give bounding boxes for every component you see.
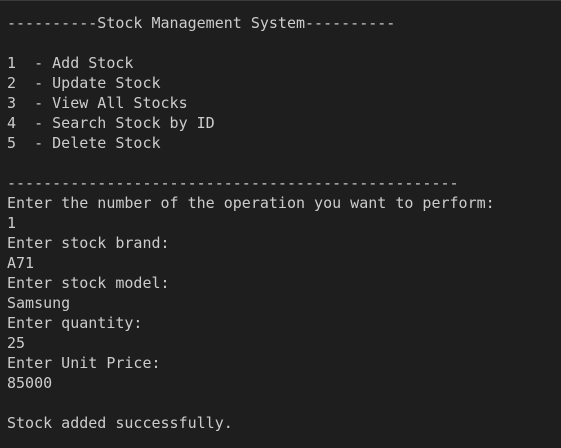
separator-line: ----------------------------------------… <box>7 174 459 192</box>
input-quantity: 25 <box>7 334 26 352</box>
menu-option-add-stock: 1 - Add Stock <box>7 54 134 72</box>
prompt-unit-price: Enter Unit Price: <box>7 354 161 372</box>
terminal-window[interactable]: ----------Stock Management System-------… <box>0 0 561 448</box>
result-message: Stock added successfully. <box>7 414 233 432</box>
prompt-model: Enter stock model: <box>7 274 170 292</box>
prompt-operation: Enter the number of the operation you wa… <box>7 194 495 212</box>
prompt-quantity: Enter quantity: <box>7 314 143 332</box>
menu-header: ----------Stock Management System-------… <box>7 14 396 32</box>
menu-option-update-stock: 2 - Update Stock <box>7 74 161 92</box>
input-unit-price: 85000 <box>7 374 53 392</box>
menu-option-search-stock: 4 - Search Stock by ID <box>7 114 215 132</box>
menu-option-view-all-stocks: 3 - View All Stocks <box>7 94 188 112</box>
prompt-brand: Enter stock brand: <box>7 234 170 252</box>
input-model: Samsung <box>7 294 71 312</box>
scrollbar[interactable] <box>557 1 561 448</box>
input-operation: 1 <box>7 214 17 232</box>
input-brand: A71 <box>7 254 35 272</box>
menu-option-delete-stock: 5 - Delete Stock <box>7 134 161 152</box>
